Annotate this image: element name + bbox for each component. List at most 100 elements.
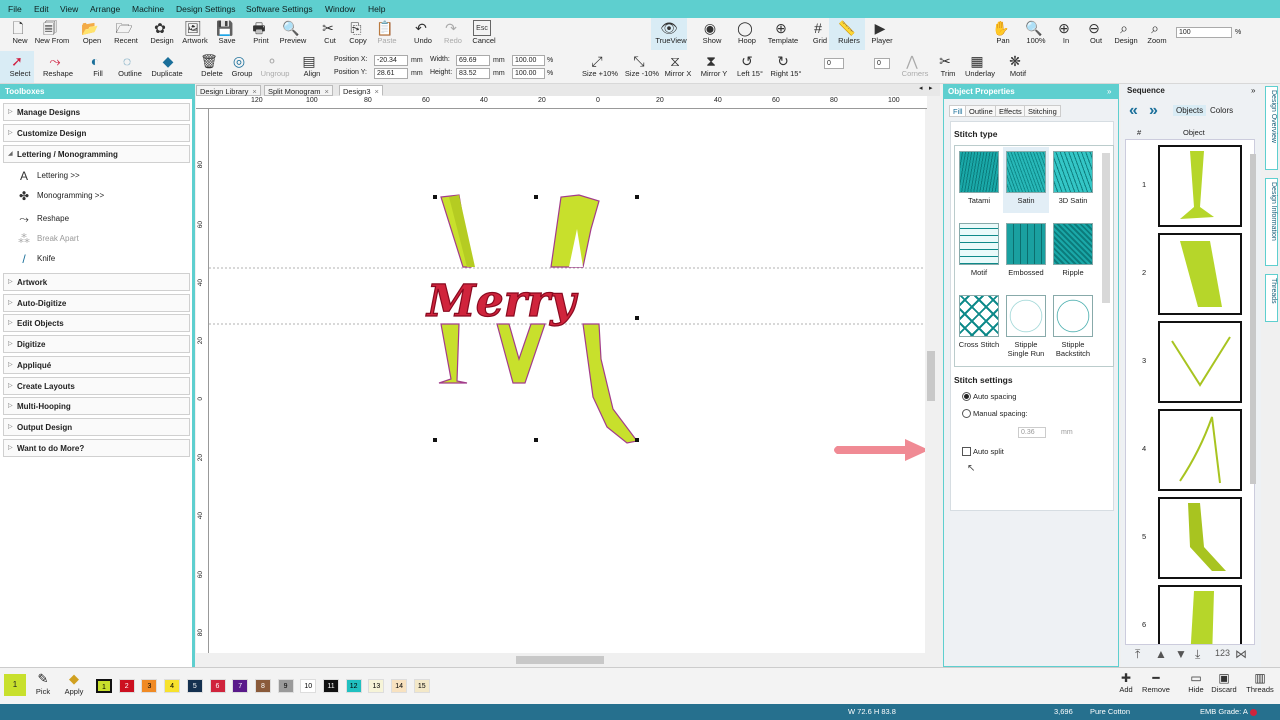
thread-color-chip-9[interactable]: 9 [277, 679, 294, 693]
side-tab-design-information[interactable]: Design Information [1265, 178, 1278, 266]
toolbox-section-manage-designs[interactable]: ▷ Manage Designs [3, 103, 190, 121]
sequence-forward-icon[interactable]: » [1149, 102, 1158, 120]
toolbar-group-button[interactable]: ◎ Group [222, 51, 256, 83]
toolbox-item-knife[interactable]: / Knife [16, 250, 55, 268]
toolbox-section-multi-hooping[interactable]: ▷ Multi-Hooping [3, 397, 190, 416]
move-up-icon[interactable]: ▲ [1155, 647, 1167, 661]
toolbar-cancel-button[interactable]: Esc Cancel [464, 18, 500, 50]
menu-arrange[interactable]: Arrange [90, 4, 120, 14]
side-tab-design-overview[interactable]: Design Overview [1265, 86, 1278, 170]
width-input[interactable]: 69.69 [456, 55, 490, 66]
toolbar-recent-button[interactable]: 🗁 Recent [106, 18, 142, 50]
toolbar-template-button[interactable]: ⊕ Template [763, 18, 799, 50]
menu-machine[interactable]: Machine [132, 4, 164, 14]
toolbar-motif-button[interactable]: ❋ Motif [998, 51, 1032, 83]
canvas-horizontal-scrollbar[interactable] [209, 653, 925, 667]
thread-color-chip-12[interactable]: 12 [345, 679, 362, 693]
sequence-object-thumbnail[interactable] [1158, 409, 1242, 491]
sort-123-icon[interactable]: 123 [1215, 648, 1230, 658]
stitch-type-satin[interactable]: Satin [1003, 147, 1049, 213]
selection-handle-mr[interactable] [635, 316, 639, 320]
split-icon[interactable]: ⋈ [1235, 647, 1247, 661]
tab-outline[interactable]: Outline [965, 105, 997, 117]
toolbar-player-button[interactable]: ▶ Player [862, 18, 898, 50]
tab-stitching[interactable]: Stitching [1024, 105, 1061, 117]
menu-software-settings[interactable]: Software Settings [246, 4, 313, 14]
selection-handle-br[interactable] [635, 438, 639, 442]
selection-handle-tr[interactable] [635, 195, 639, 199]
close-icon[interactable]: » [1107, 87, 1111, 96]
toolbox-section-artwork[interactable]: ▷ Artwork [3, 273, 190, 291]
menu-file[interactable]: File [8, 4, 22, 14]
width-percent-input[interactable]: 100.00 [512, 55, 545, 66]
selection-handle-tc[interactable] [534, 195, 538, 199]
thread-color-chip-3[interactable]: 3 [141, 679, 158, 693]
toolbar-size-10--button[interactable]: ⤢ Size +10% [580, 51, 618, 83]
toolbar-delete-button[interactable]: 🗑 Delete [192, 51, 226, 83]
stitch-type-stipple-single-run[interactable]: Stipple Single Run [1003, 291, 1049, 358]
menu-window[interactable]: Window [325, 4, 355, 14]
toolbar-new-button[interactable]: 🗋 New [0, 18, 36, 50]
toolbar-print-button[interactable]: 🖶 Print [241, 18, 277, 50]
toolbox-section-output-design[interactable]: ▷ Output Design [3, 417, 190, 436]
position-x-input[interactable]: -20.34 [374, 55, 408, 66]
toolbar-left-15--button[interactable]: ↺ Left 15° [730, 51, 764, 83]
apply-button[interactable]: ◆ Apply [60, 671, 88, 701]
sequence-back-icon[interactable]: « [1129, 102, 1138, 120]
merry-text[interactable]: Merry [424, 275, 579, 327]
toolbar-corners-button[interactable]: ⋀ Corners [895, 51, 929, 83]
tab-objects[interactable]: Objects [1173, 105, 1207, 116]
side-tab-threads[interactable]: Threads [1265, 274, 1278, 322]
move-down-icon[interactable]: ▼ [1175, 647, 1187, 661]
doc-tab-design3[interactable]: Design3 × [339, 85, 383, 96]
height-input[interactable]: 83.52 [456, 68, 490, 79]
toolbar-ungroup-button[interactable]: ⚬ Ungroup [255, 51, 290, 83]
toolbox-section-lettering-monogramming[interactable]: ◢ Lettering / Monogramming [3, 145, 190, 163]
menu-view[interactable]: View [60, 4, 78, 14]
selection-handle-bl[interactable] [433, 438, 437, 442]
move-first-icon[interactable]: ⤒ [1135, 647, 1140, 662]
stitch-type-ripple[interactable]: Ripple [1050, 219, 1096, 285]
tab-scroll-right-icon[interactable]: ▸ [929, 84, 933, 92]
toolbox-section-create-layouts[interactable]: ▷ Create Layouts [3, 376, 190, 395]
design-canvas[interactable]: Merry [209, 109, 929, 653]
toolbar-mirror-y-button[interactable]: ⧗ Mirror Y [694, 51, 728, 83]
close-tab-icon[interactable]: × [325, 87, 329, 96]
toolbox-section-appliqu-[interactable]: ▷ Appliqué [3, 355, 190, 374]
canvas-vertical-scrollbar[interactable] [925, 109, 937, 653]
move-last-icon[interactable]: ⤓ [1195, 647, 1200, 662]
toolbar-outline-button[interactable]: ◌ Outline [110, 51, 144, 83]
spacing-input[interactable]: 0.36 [1018, 427, 1046, 438]
toolbar-align-button[interactable]: ▤ Align [292, 51, 326, 83]
toolbox-section-auto-digitize[interactable]: ▷ Auto-Digitize [3, 293, 190, 312]
thread-color-chip-10[interactable]: 10 [300, 679, 317, 693]
sequence-object-thumbnail[interactable] [1158, 233, 1242, 315]
toolbox-section-want-to-do-more-[interactable]: ▷ Want to do More? [3, 438, 190, 457]
selection-handle-tl[interactable] [433, 195, 437, 199]
selection-handle-bc[interactable] [534, 438, 538, 442]
sequence-scrollbar[interactable] [1250, 154, 1256, 484]
thread-color-chip-8[interactable]: 8 [254, 679, 271, 693]
toolbar-design-button[interactable]: ✿ Design [142, 18, 178, 50]
stitch-type-3d-satin[interactable]: 3D Satin [1050, 147, 1096, 213]
toolbar-select-button[interactable]: ➚ Select [0, 51, 34, 83]
thread-color-chip-11[interactable]: 11 [323, 679, 339, 693]
toolbar-save-button[interactable]: 💾 Save [207, 18, 243, 50]
tab-colors[interactable]: Colors [1207, 105, 1236, 116]
stitch-gallery-scrollbar[interactable] [1102, 153, 1110, 303]
toolbar-paste-button[interactable]: 📋 Paste [367, 18, 403, 50]
toolbar-fill-button[interactable]: ◐ Fill [78, 51, 112, 83]
thread-color-chip-6[interactable]: 6 [209, 679, 226, 693]
pick-button[interactable]: ✎ Pick [30, 671, 56, 701]
toolbar-hoop-button[interactable]: ◯ Hoop [727, 18, 763, 50]
bottom-add-button[interactable]: ✚ Add [1110, 671, 1142, 694]
toolbar-new-from-button[interactable]: 🗐 New From [32, 18, 70, 50]
bottom-threads-button[interactable]: ▥ Threads [1244, 671, 1276, 694]
toolbar-duplicate-button[interactable]: ◆ Duplicate [147, 51, 189, 83]
auto-spacing-radio[interactable] [962, 392, 971, 401]
toolbox-section-digitize[interactable]: ▷ Digitize [3, 335, 190, 354]
toolbar-reshape-button[interactable]: ⤳ Reshape [38, 51, 73, 83]
toolbar-mirror-x-button[interactable]: ⧖ Mirror X [658, 51, 692, 83]
menu-design-settings[interactable]: Design Settings [176, 4, 236, 14]
thread-color-chip-15[interactable]: 15 [413, 679, 430, 693]
